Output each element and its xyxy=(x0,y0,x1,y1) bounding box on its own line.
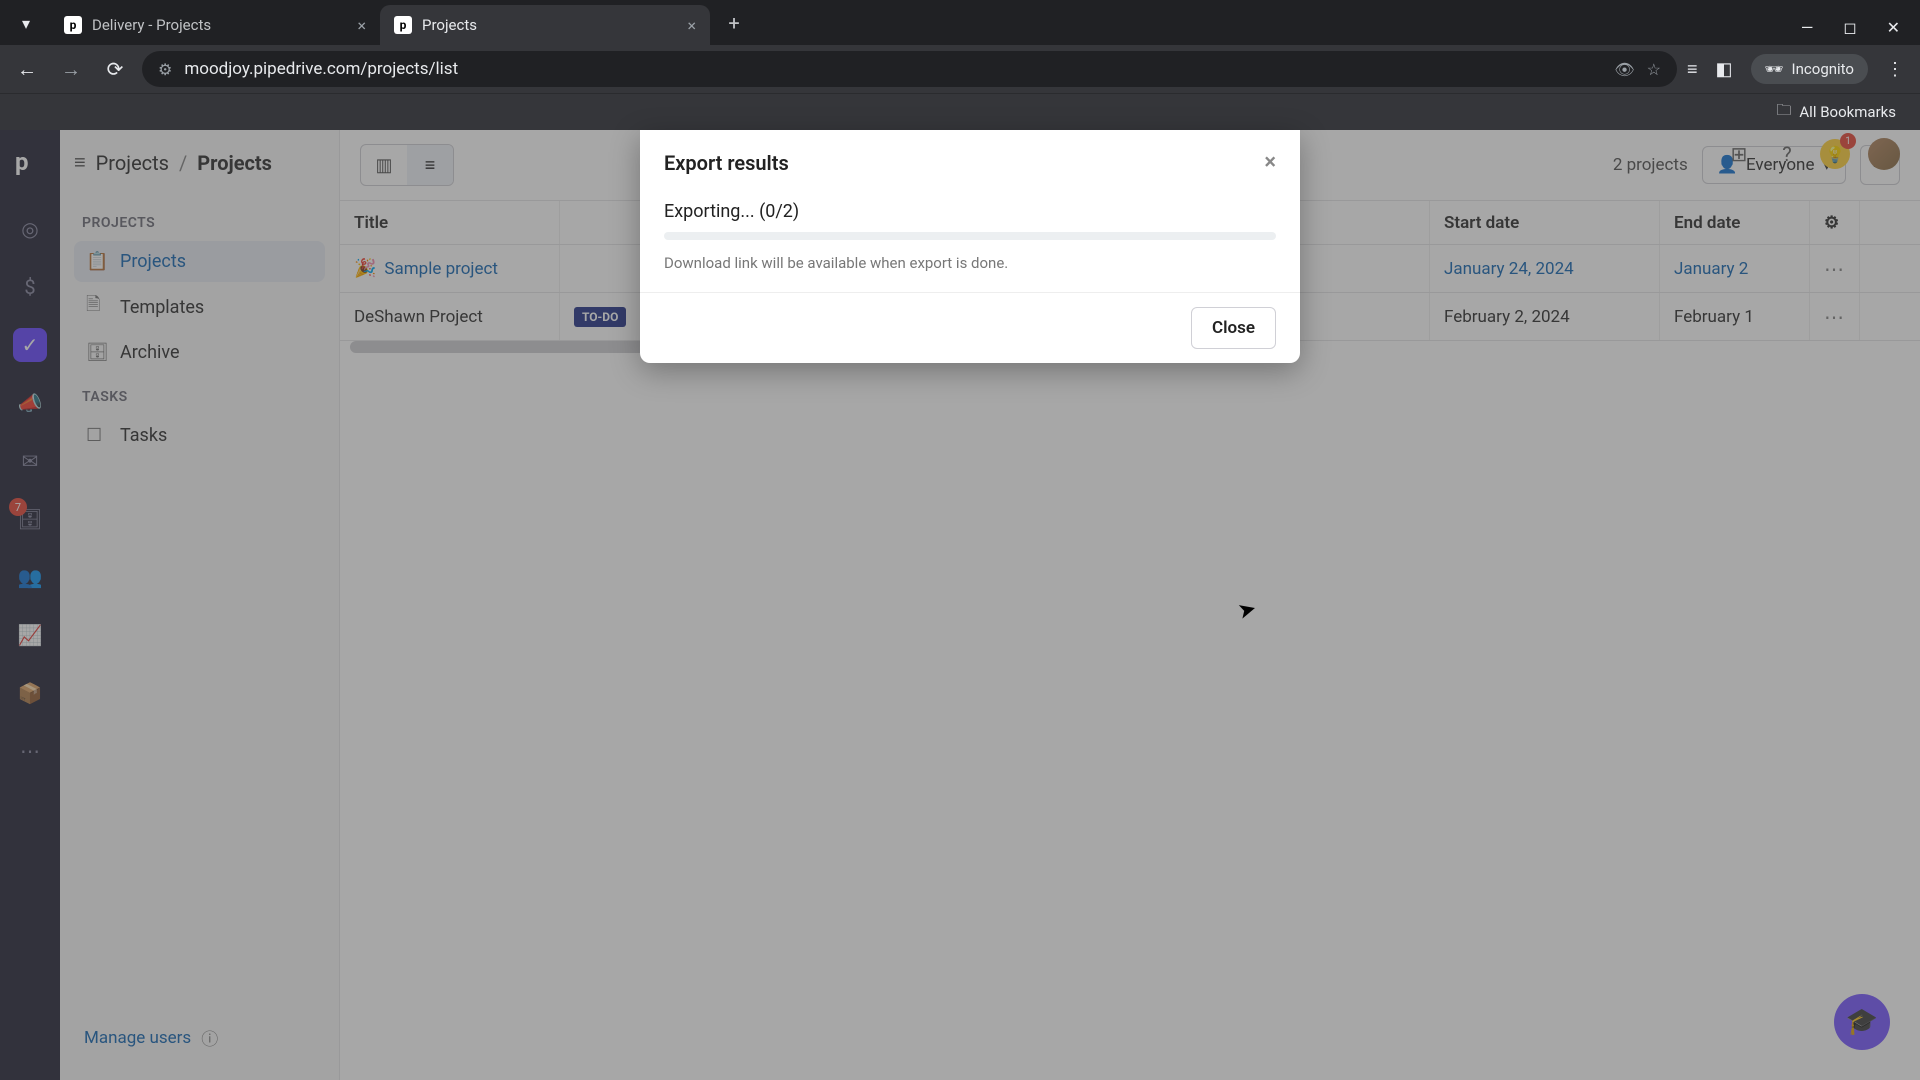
export-hint: Download link will be available when exp… xyxy=(664,254,1276,272)
close-icon[interactable]: × xyxy=(357,16,366,35)
close-icon[interactable]: × xyxy=(687,16,696,35)
favicon-icon: p xyxy=(64,16,82,34)
address-bar-row: ← → ⟳ ⚙ moodjoy.pipedrive.com/projects/l… xyxy=(0,45,1920,93)
incognito-badge[interactable]: 🕶 Incognito xyxy=(1751,54,1869,84)
star-icon[interactable]: ☆ xyxy=(1647,60,1661,79)
close-icon[interactable]: × xyxy=(1264,150,1276,175)
dialog-title: Export results xyxy=(664,151,789,175)
dialog-body: Exporting... (0/2) Download link will be… xyxy=(640,195,1300,293)
close-window-icon[interactable]: ✕ xyxy=(1887,18,1900,37)
tab-search-button[interactable]: ▾ xyxy=(8,5,44,41)
extensions-icon[interactable]: ≡ xyxy=(1687,59,1698,80)
menu-icon[interactable]: ⋮ xyxy=(1886,59,1904,80)
bookmarks-bar: 🗀 All Bookmarks xyxy=(0,93,1920,130)
browser-chrome: ▾ p Delivery - Projects × p Projects × +… xyxy=(0,0,1920,130)
app-viewport: p ◎ $ ✓ 📣 ✉ 7🗄 👥 📈 📦 ⋯ ≡ Projects / Proj… xyxy=(0,130,1920,1080)
new-tab-button[interactable]: + xyxy=(716,5,752,41)
url-text: moodjoy.pipedrive.com/projects/list xyxy=(184,59,458,79)
close-button[interactable]: Close xyxy=(1191,307,1276,349)
url-bar[interactable]: ⚙ moodjoy.pipedrive.com/projects/list 👁 … xyxy=(142,51,1677,87)
export-progress-bar xyxy=(664,232,1276,240)
incognito-icon: 🕶 xyxy=(1765,60,1784,78)
sidepanel-icon[interactable]: ◧ xyxy=(1715,59,1732,80)
incognito-label: Incognito xyxy=(1792,60,1854,78)
dialog-header: Export results × xyxy=(640,130,1300,195)
forward-button[interactable]: → xyxy=(54,52,88,86)
minimize-icon[interactable]: — xyxy=(1801,18,1814,37)
toolbar-icons: ≡ ◧ 🕶 Incognito ⋮ xyxy=(1687,54,1910,84)
tab-title: Projects xyxy=(422,16,477,34)
export-results-dialog: Export results × Exporting... (0/2) Down… xyxy=(640,130,1300,363)
tab-strip: ▾ p Delivery - Projects × p Projects × +… xyxy=(0,0,1920,45)
tab-title: Delivery - Projects xyxy=(92,16,211,34)
site-settings-icon[interactable]: ⚙ xyxy=(158,60,172,79)
window-controls: — ◻ ✕ xyxy=(1801,18,1920,37)
eye-off-icon[interactable]: 👁 xyxy=(1614,60,1634,79)
favicon-icon: p xyxy=(394,16,412,34)
tab-delivery[interactable]: p Delivery - Projects × xyxy=(50,5,380,45)
folder-icon: 🗀 xyxy=(1776,100,1791,125)
maximize-icon[interactable]: ◻ xyxy=(1843,18,1856,37)
reload-button[interactable]: ⟳ xyxy=(98,52,132,86)
export-status: Exporting... (0/2) xyxy=(664,201,1276,222)
dialog-footer: Close xyxy=(640,293,1300,363)
all-bookmarks-button[interactable]: All Bookmarks xyxy=(1799,103,1896,121)
back-button[interactable]: ← xyxy=(10,52,44,86)
tab-projects[interactable]: p Projects × xyxy=(380,5,710,45)
